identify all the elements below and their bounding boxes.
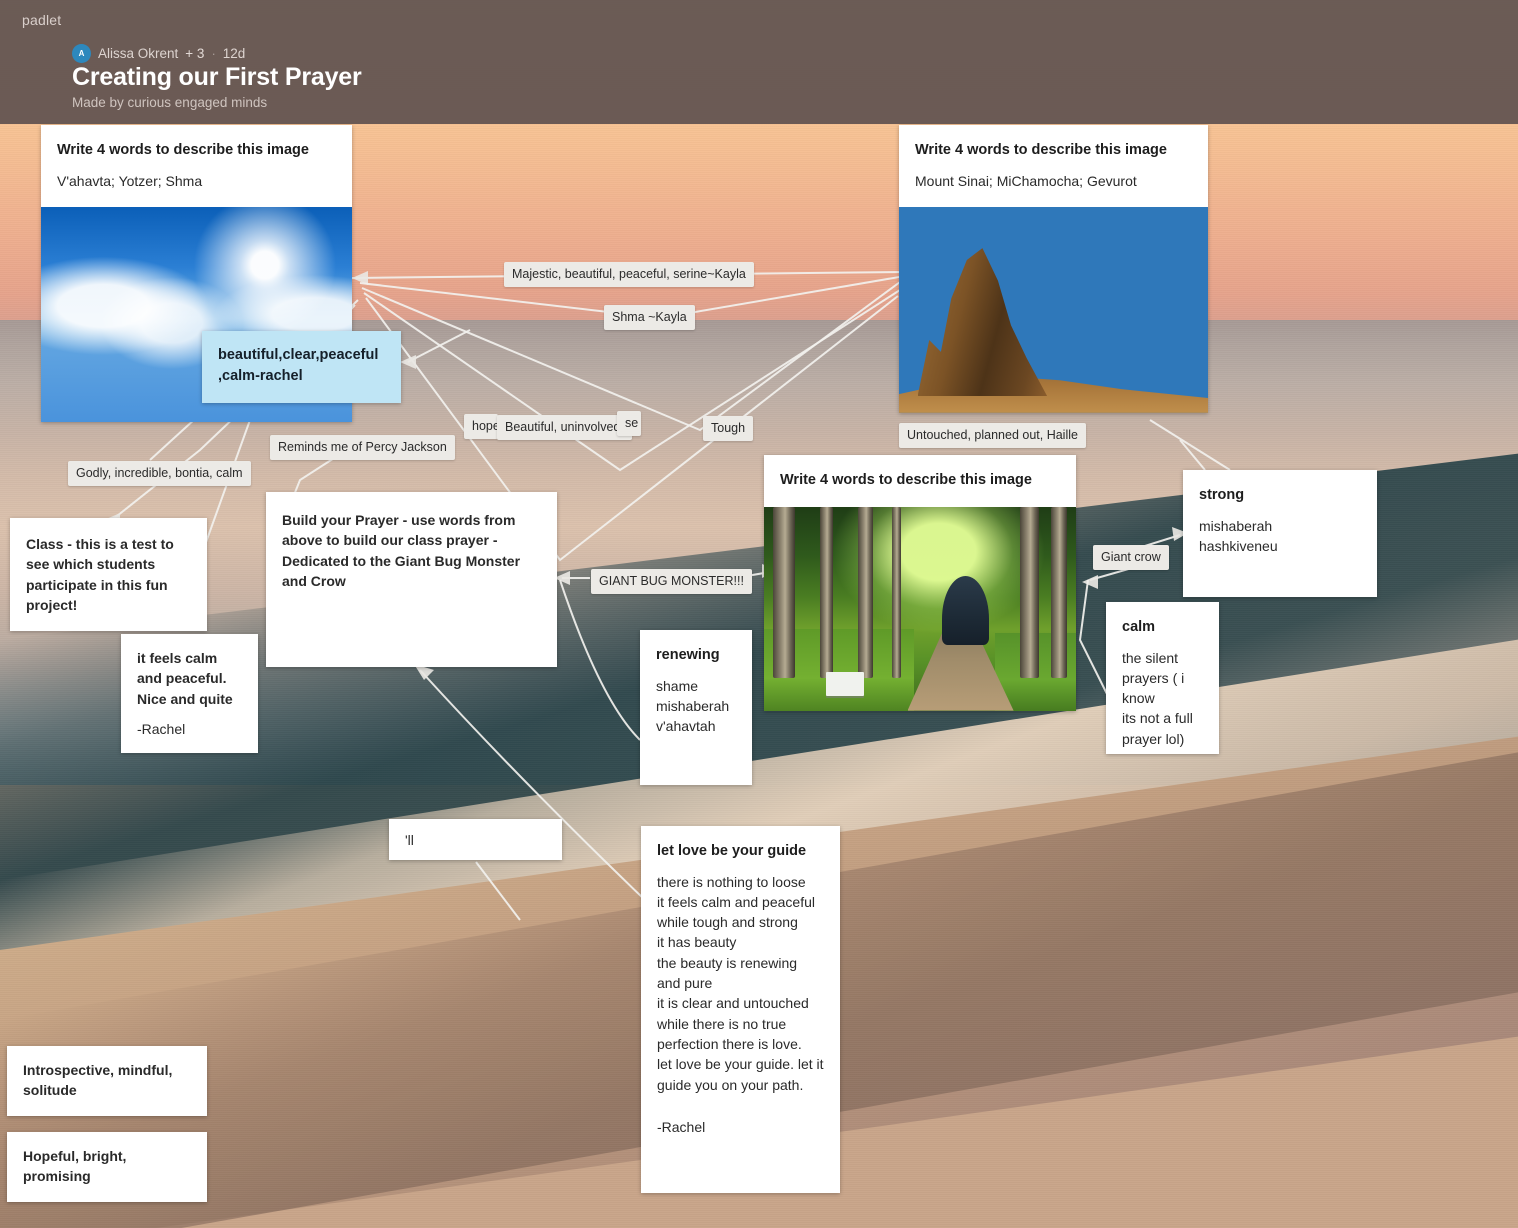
post-body: mishaberah hashkiveneu bbox=[1199, 517, 1278, 554]
edge-label-majestic[interactable]: Majestic, beautiful, peaceful, serine~Ka… bbox=[504, 262, 754, 287]
post-body: shame mishaberah v'ahavtah bbox=[656, 677, 730, 735]
post-blue-note[interactable]: beautiful,clear,peaceful ,calm-rachel bbox=[202, 331, 401, 404]
post-body: there is nothing to loose it feels calm … bbox=[657, 873, 824, 1093]
padlet-canvas[interactable]: padlet A Alissa Okrent + 3 · 12d Creatin… bbox=[0, 0, 1518, 1228]
post-body: it feels calm and peaceful. Nice and qui… bbox=[137, 650, 233, 707]
post-body: V'ahavta; Yotzer; Shma bbox=[57, 172, 203, 189]
forest-trunk bbox=[891, 506, 902, 678]
post-ll-note[interactable]: 'll bbox=[389, 819, 562, 860]
edge-label-godly[interactable]: Godly, incredible, bontia, calm bbox=[68, 461, 251, 486]
collaborator-count[interactable]: + 3 bbox=[185, 46, 204, 61]
post-mountain-image[interactable]: Write 4 words to describe this image Mou… bbox=[899, 125, 1208, 413]
forest-path-bench-photo[interactable] bbox=[764, 506, 1076, 711]
post-hopeful[interactable]: Hopeful, bright, promising bbox=[7, 1132, 207, 1202]
post-introspective[interactable]: Introspective, mindful, solitude bbox=[7, 1046, 207, 1116]
forest-arch bbox=[941, 575, 989, 646]
author-name[interactable]: Alissa Okrent bbox=[98, 46, 178, 61]
forest-trunk bbox=[820, 506, 833, 678]
mountain-peak bbox=[917, 248, 1048, 397]
forest-trunk bbox=[773, 506, 796, 678]
post-class-test[interactable]: Class - this is a test to see which stud… bbox=[10, 518, 207, 632]
edge-label-percy-jackson[interactable]: Reminds me of Percy Jackson bbox=[270, 435, 455, 460]
page-title: Creating our First Prayer bbox=[72, 63, 362, 91]
edge-label-giant-crow[interactable]: Giant crow bbox=[1093, 545, 1169, 570]
edge-label-hope[interactable]: hope bbox=[464, 414, 498, 439]
post-subject: Write 4 words to describe this image bbox=[780, 472, 1032, 488]
post-let-love[interactable]: let love be your guide there is nothing … bbox=[641, 826, 840, 1193]
mountain-rock-sunset-photo[interactable] bbox=[899, 206, 1208, 413]
post-signature: -Rachel bbox=[137, 720, 186, 737]
post-subject: calm bbox=[1122, 619, 1156, 635]
forest-trunk bbox=[1051, 506, 1067, 678]
post-body: Build your Prayer - use words from above… bbox=[282, 512, 521, 589]
board-header: padlet A Alissa Okrent + 3 · 12d Creatin… bbox=[0, 0, 1518, 124]
post-subject: Write 4 words to describe this image bbox=[57, 142, 309, 158]
edge-label-se[interactable]: se bbox=[617, 411, 641, 436]
edge-label-tough[interactable]: Tough bbox=[703, 416, 754, 441]
board-byline: A Alissa Okrent + 3 · 12d bbox=[72, 44, 245, 63]
post-feels-calm[interactable]: it feels calm and peaceful. Nice and qui… bbox=[121, 634, 258, 754]
edge-label-beautiful-uninvolved[interactable]: Beautiful, uninvolved, bbox=[497, 415, 632, 440]
padlet-logo[interactable]: padlet bbox=[22, 12, 61, 28]
post-body: beautiful,clear,peaceful ,calm-rachel bbox=[218, 347, 379, 385]
forest-bench bbox=[826, 671, 864, 697]
forest-trunk bbox=[1019, 506, 1039, 678]
byline-separator: · bbox=[211, 46, 216, 61]
post-subject: Write 4 words to describe this image bbox=[915, 142, 1167, 158]
post-signature: -Rachel bbox=[657, 1118, 706, 1135]
timestamp: 12d bbox=[222, 46, 246, 61]
post-body: Class - this is a test to see which stud… bbox=[26, 536, 174, 613]
post-forest-image[interactable]: Write 4 words to describe this image bbox=[764, 455, 1076, 711]
post-build-prayer[interactable]: Build your Prayer - use words from above… bbox=[266, 492, 557, 667]
post-body: 'll bbox=[405, 832, 414, 848]
edge-label-giant-bug-monster[interactable]: GIANT BUG MONSTER!!! bbox=[591, 569, 752, 594]
post-renewing[interactable]: renewing shame mishaberah v'ahavtah bbox=[640, 630, 752, 785]
edge-label-shma-kayla[interactable]: Shma ~Kayla bbox=[604, 305, 695, 330]
board-subtitle: Made by curious engaged minds bbox=[72, 95, 268, 110]
forest-trunk bbox=[857, 506, 874, 678]
avatar[interactable]: A bbox=[72, 44, 91, 63]
post-body: Hopeful, bright, promising bbox=[23, 1148, 127, 1185]
post-calm[interactable]: calm the silent prayers ( i know its not… bbox=[1106, 602, 1219, 754]
post-subject: let love be your guide bbox=[657, 843, 807, 859]
post-strong[interactable]: strong mishaberah hashkiveneu bbox=[1183, 470, 1377, 597]
post-body: Mount Sinai; MiChamocha; Gevurot bbox=[915, 172, 1137, 189]
edge-label-untouched[interactable]: Untouched, planned out, Haille bbox=[899, 423, 1086, 448]
post-body: the silent prayers ( i know its not a fu… bbox=[1122, 649, 1193, 747]
post-subject: renewing bbox=[656, 647, 720, 663]
post-body: Introspective, mindful, solitude bbox=[23, 1062, 173, 1099]
post-subject: strong bbox=[1199, 487, 1245, 503]
